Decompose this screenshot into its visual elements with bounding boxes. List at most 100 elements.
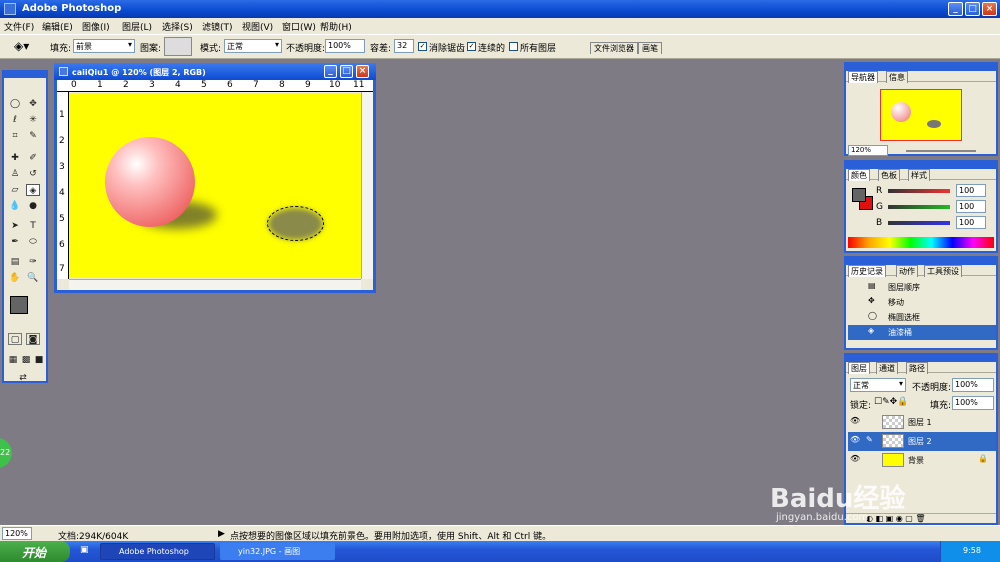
crop-tool-icon[interactable]: ⌗ xyxy=(8,130,22,142)
menu-layer[interactable]: 图层(L) xyxy=(122,20,152,33)
menu-image[interactable]: 图像(I) xyxy=(82,20,110,33)
status-zoom-input[interactable]: 120% xyxy=(2,527,32,540)
tab-layers[interactable]: 图层 xyxy=(848,362,870,374)
quickmask-mode-icon[interactable]: ◙ xyxy=(26,333,40,345)
type-tool-icon[interactable]: T xyxy=(26,220,40,232)
menu-view[interactable]: 视图(V) xyxy=(242,20,273,33)
eye-icon[interactable]: 👁 xyxy=(850,416,860,425)
show-desktop-icon[interactable]: ▣ xyxy=(80,545,89,555)
r-input[interactable]: 100 xyxy=(956,184,986,197)
all-layers-checkbox[interactable] xyxy=(509,42,518,51)
tab-tool-presets[interactable]: 工具预设 xyxy=(924,265,962,277)
elliptical-selection[interactable] xyxy=(267,206,324,241)
start-button[interactable]: 开始 xyxy=(0,541,70,562)
history-item[interactable]: ▤ 图层顺序 xyxy=(848,280,996,295)
lasso-tool-icon[interactable]: ℓ xyxy=(8,114,22,126)
menu-file[interactable]: 文件(F) xyxy=(4,20,34,33)
tab-swatches[interactable]: 色板 xyxy=(878,169,900,181)
eraser-tool-icon[interactable]: ▱ xyxy=(8,184,22,196)
g-slider[interactable] xyxy=(888,205,950,209)
fill-select[interactable]: 前景 ▾ xyxy=(73,39,135,53)
imageready-jump-icon[interactable]: ⇄ xyxy=(8,372,38,384)
b-slider[interactable] xyxy=(888,221,950,225)
opacity-input[interactable]: 100% xyxy=(325,39,365,53)
mode-select[interactable]: 正常 ▾ xyxy=(224,39,282,53)
menu-select[interactable]: 选择(S) xyxy=(162,20,193,33)
standard-mode-icon[interactable]: ▢ xyxy=(8,333,22,345)
menu-filter[interactable]: 滤镜(T) xyxy=(202,20,233,33)
tab-actions[interactable]: 动作 xyxy=(896,265,918,277)
blur-tool-icon[interactable]: 💧 xyxy=(8,200,22,212)
brush-tool-icon[interactable]: ✐ xyxy=(26,152,40,164)
task-paint[interactable]: yin32.JPG - 画图 xyxy=(220,543,335,560)
antialias-checkbox[interactable]: ✓ xyxy=(418,42,427,51)
g-input[interactable]: 100 xyxy=(956,200,986,213)
paint-bucket-icon[interactable]: ◈▾ xyxy=(14,39,29,53)
hand-tool-icon[interactable]: ✋ xyxy=(8,272,22,284)
screen-mode-icon[interactable]: ▦ xyxy=(6,354,20,366)
eye-icon[interactable]: 👁 xyxy=(850,435,860,444)
close-button[interactable]: × xyxy=(982,2,997,16)
tolerance-input[interactable]: 32 xyxy=(394,39,414,53)
tab-file-browser[interactable]: 文件浏览器 xyxy=(590,42,638,54)
magic-wand-icon[interactable]: ✳ xyxy=(26,114,40,126)
layer-row-active[interactable]: 👁 ✎ 图层 2 xyxy=(848,432,996,451)
foreground-color-swatch[interactable] xyxy=(10,296,28,314)
tab-styles[interactable]: 样式 xyxy=(908,169,930,181)
screen-mode-black-icon[interactable]: ■ xyxy=(32,354,46,366)
dodge-tool-icon[interactable]: ● xyxy=(26,200,40,212)
eye-icon[interactable]: 👁 xyxy=(850,454,860,463)
menu-help[interactable]: 帮助(H) xyxy=(320,20,352,33)
history-item-active[interactable]: ◈ 油漆桶 xyxy=(848,325,996,340)
navigator-thumbnail[interactable] xyxy=(880,89,962,141)
horizontal-scrollbar[interactable] xyxy=(69,279,361,290)
layer-row[interactable]: 👁 图层 1 xyxy=(848,413,996,432)
paint-bucket-tool-icon[interactable]: ◈ xyxy=(26,184,40,196)
slice-tool-icon[interactable]: ✎ xyxy=(26,130,40,142)
doc-maximize-button[interactable]: □ xyxy=(340,65,353,78)
maximize-button[interactable]: □ xyxy=(965,2,980,16)
navigator-zoom-slider[interactable] xyxy=(906,150,976,152)
layer-opacity-input[interactable]: 100% xyxy=(952,378,994,392)
lock-icons[interactable]: ☐✎✥🔒 xyxy=(874,397,908,407)
notes-tool-icon[interactable]: ▤ xyxy=(8,256,22,268)
task-photoshop[interactable]: Adobe Photoshop xyxy=(100,543,215,560)
stamp-tool-icon[interactable]: ♙ xyxy=(8,168,22,180)
tab-brushes[interactable]: 画笔 xyxy=(638,42,662,54)
contiguous-checkbox[interactable]: ✓ xyxy=(467,42,476,51)
r-slider[interactable] xyxy=(888,189,950,193)
doc-minimize-button[interactable]: _ xyxy=(324,65,337,78)
tab-color[interactable]: 颜色 xyxy=(848,169,870,181)
blend-mode-select[interactable]: 正常 ▾ xyxy=(850,378,906,392)
menu-edit[interactable]: 编辑(E) xyxy=(42,20,73,33)
tab-paths[interactable]: 路径 xyxy=(906,362,928,374)
tab-history[interactable]: 历史记录 xyxy=(848,265,886,277)
layer-row[interactable]: 👁 背景 🔒 xyxy=(848,451,996,470)
move-tool-icon[interactable]: ✥ xyxy=(26,98,40,110)
path-select-icon[interactable]: ➤ xyxy=(8,220,22,232)
doc-close-button[interactable]: × xyxy=(356,65,369,78)
color-fg-swatch[interactable] xyxy=(852,188,866,202)
zoom-tool-icon[interactable]: 🔍 xyxy=(26,272,40,284)
history-brush-icon[interactable]: ↺ xyxy=(26,168,40,180)
tab-channels[interactable]: 通道 xyxy=(876,362,898,374)
history-item[interactable]: ✥ 移动 xyxy=(848,295,996,310)
layer-fill-input[interactable]: 100% xyxy=(952,396,994,410)
side-badge[interactable]: 22 xyxy=(0,438,12,468)
image-canvas[interactable] xyxy=(69,93,361,278)
shape-tool-icon[interactable]: ⬭ xyxy=(26,236,40,248)
navigator-zoom-input[interactable]: 120% xyxy=(848,145,888,156)
pattern-picker[interactable] xyxy=(164,37,192,56)
screen-mode-full-icon[interactable]: ▩ xyxy=(19,354,33,366)
healing-brush-icon[interactable]: ✚ xyxy=(8,152,22,164)
menu-window[interactable]: 窗口(W) xyxy=(282,20,316,33)
marquee-tool-icon[interactable]: ◯ xyxy=(8,98,22,110)
b-input[interactable]: 100 xyxy=(956,216,986,229)
pen-tool-icon[interactable]: ✒ xyxy=(8,236,22,248)
minimize-button[interactable]: _ xyxy=(948,2,963,16)
history-item[interactable]: ◯ 椭圆选框 xyxy=(848,310,996,325)
eyedropper-tool-icon[interactable]: ✑ xyxy=(26,256,40,268)
vertical-scrollbar[interactable] xyxy=(361,92,373,279)
color-spectrum-bar[interactable] xyxy=(848,237,994,248)
tab-info[interactable]: 信息 xyxy=(886,71,908,83)
